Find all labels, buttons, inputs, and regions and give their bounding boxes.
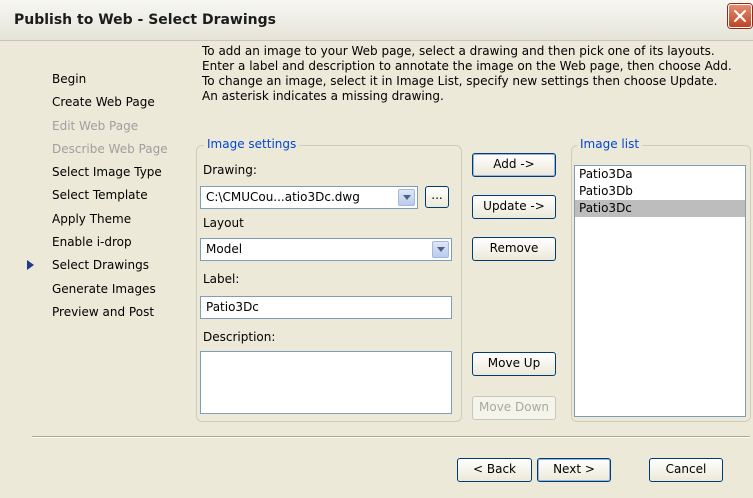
wizard-steps: Begin Create Web Page Edit Web Page Desc… (52, 68, 168, 324)
step-enable-i-drop: Enable i-drop (52, 235, 132, 250)
back-button[interactable]: < Back (457, 458, 532, 482)
next-button[interactable]: Next > (537, 458, 611, 482)
window-title: Publish to Web - Select Drawings (14, 12, 276, 28)
cancel-button[interactable]: Cancel (649, 458, 723, 482)
instruction-line: An asterisk indicates a missing drawing. (202, 89, 444, 103)
step-select-image-type: Select Image Type (52, 165, 162, 180)
layout-value: Model (206, 242, 243, 256)
list-item-selected[interactable]: Patio3Dc (575, 200, 745, 217)
layout-select[interactable]: Model (200, 238, 452, 261)
step-describe-web-page: Describe Web Page (52, 141, 168, 156)
drawing-label: Drawing: (203, 163, 257, 177)
close-button[interactable] (728, 4, 752, 28)
instruction-line: To add an image to your Web page, select… (202, 44, 715, 58)
instructions: To add an image to your Web page, select… (202, 44, 747, 104)
move-up-button[interactable]: Move Up (472, 352, 556, 376)
description-label: Description: (203, 330, 276, 344)
browse-button[interactable]: ... (425, 186, 449, 208)
remove-button[interactable]: Remove (472, 237, 556, 261)
label-input[interactable]: Patio3Dc (200, 296, 452, 319)
chevron-down-icon[interactable] (398, 189, 415, 206)
step-select-template: Select Template (52, 188, 148, 203)
move-down-button[interactable]: Move Down (472, 396, 556, 420)
step-edit-web-page: Edit Web Page (52, 118, 139, 133)
step-generate-images: Generate Images (52, 281, 156, 296)
list-item[interactable]: Patio3Da (575, 166, 745, 183)
step-select-drawings: Select Drawings (52, 258, 149, 273)
update-button[interactable]: Update -> (472, 195, 556, 219)
close-icon (733, 9, 747, 23)
add-button[interactable]: Add -> (472, 153, 556, 177)
label-label: Label: (203, 272, 240, 286)
chevron-down-icon[interactable] (432, 241, 449, 258)
list-item[interactable]: Patio3Db (575, 183, 745, 200)
image-list-title: Image list (577, 137, 643, 151)
footer-divider (32, 436, 750, 438)
step-begin: Begin (52, 72, 87, 86)
image-listbox[interactable]: Patio3Da Patio3Db Patio3Dc (574, 165, 746, 417)
title-bar: Publish to Web - Select Drawings (0, 0, 753, 41)
instruction-line: To change an image, select it in Image L… (202, 74, 718, 88)
image-settings-title: Image settings (204, 137, 300, 151)
description-textarea[interactable] (200, 351, 452, 414)
current-step-arrow-icon (27, 260, 34, 270)
drawing-value: C:\CMUCou...atio3Dc.dwg (206, 190, 360, 204)
step-apply-theme: Apply Theme (52, 211, 132, 226)
step-preview-and-post: Preview and Post (52, 304, 155, 319)
layout-label: Layout (203, 216, 244, 230)
step-create-web-page: Create Web Page (52, 95, 155, 110)
drawing-select[interactable]: C:\CMUCou...atio3Dc.dwg (200, 186, 418, 209)
instruction-line: Enter a label and description to annotat… (202, 59, 732, 73)
